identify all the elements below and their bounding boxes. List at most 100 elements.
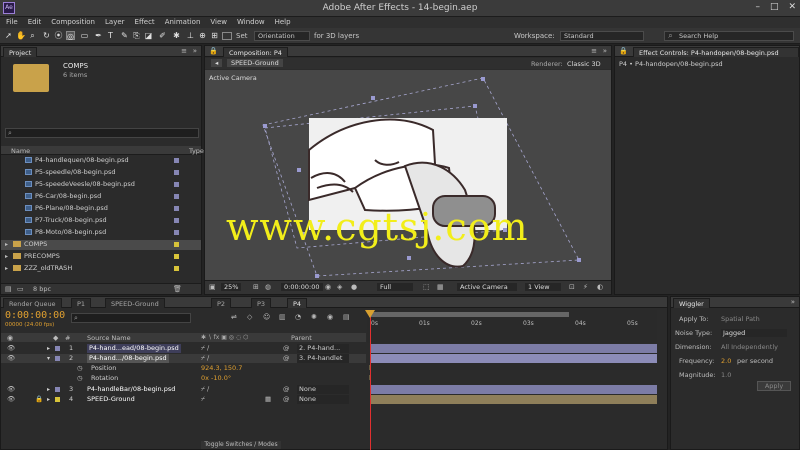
property-row-rotation[interactable]: ◷ Rotation 0x -10.0° (1, 374, 366, 383)
zoom-tool-icon[interactable]: ⌕ (28, 31, 37, 40)
frequency-value[interactable]: 2.0 (721, 357, 731, 365)
always-preview-icon[interactable]: ▣ (209, 283, 216, 291)
layer-row-3[interactable]: 👁 ▸ 3 P4-handleBar/08-begin.psd ⌿ ∕ @ No… (1, 385, 366, 394)
layer-bar-4[interactable] (371, 395, 657, 404)
comp-breadcrumb[interactable]: SPEED-Ground (227, 59, 283, 67)
column-parent[interactable]: Parent (291, 334, 312, 342)
new-folder-icon[interactable]: ▭ (17, 285, 24, 293)
maximize-button[interactable]: □ (770, 2, 779, 12)
project-search-input[interactable]: ⌕ (5, 128, 199, 138)
expand-arrow-icon[interactable]: ▾ (47, 354, 50, 363)
chevron-right-icon[interactable]: ▸ (5, 253, 8, 260)
menu-layer[interactable]: Layer (105, 17, 125, 28)
list-item[interactable]: P8-Moto/08-begin.psd (25, 228, 106, 237)
layer-name[interactable]: SPEED-Ground (87, 395, 135, 404)
pickwhip-icon[interactable]: @ (283, 344, 290, 353)
chevron-right-icon[interactable]: ▸ (5, 265, 8, 272)
column-source-name[interactable]: Source Name (87, 334, 131, 342)
list-item[interactable]: P6-Car/08-begin.psd (25, 192, 101, 201)
eraser-tool-icon[interactable]: ◪ (144, 31, 153, 40)
draft-3d-icon[interactable]: ◇ (247, 313, 252, 321)
lock-icon[interactable]: 🔒 (209, 47, 218, 55)
apply-to-select[interactable]: Spatial Path (721, 315, 791, 323)
work-area-bar[interactable] (369, 312, 569, 317)
search-help-input[interactable]: Search Help (664, 31, 794, 41)
layer-switches[interactable]: ⌿ ∕ (201, 344, 209, 353)
parent-select[interactable]: None (297, 395, 349, 404)
noise-type-select[interactable]: Jagged (721, 329, 787, 337)
tab-render-queue[interactable]: Render Queue (3, 298, 62, 308)
apply-button[interactable]: Apply (757, 381, 791, 391)
column-name[interactable]: Name (11, 147, 30, 155)
stopwatch-icon[interactable]: ◷ (77, 374, 83, 383)
visibility-eye-icon[interactable]: 👁 (7, 395, 15, 404)
layer-name[interactable]: P4-handleBar/08-begin.psd (87, 385, 175, 394)
current-time-indicator[interactable] (370, 310, 371, 450)
list-item[interactable]: P7-Truck/08-begin.psd (25, 216, 107, 225)
close-button[interactable]: ✕ (788, 2, 796, 12)
list-item[interactable]: P5-speedle/08-begin.psd (25, 168, 116, 177)
layer-row-4[interactable]: 👁 🔒 ▸ 4 SPEED-Ground ⌿ ▦ @ None (1, 395, 366, 404)
panel-menu-icon[interactable]: ≡ (181, 47, 187, 55)
grid-icon[interactable]: ⊞ (253, 283, 259, 291)
color-channel-icon[interactable]: ● (351, 283, 357, 291)
menu-animation[interactable]: Animation (165, 17, 201, 28)
tab-effect-controls[interactable]: Effect Controls: P4-handopen/08-begin.ps… (633, 47, 799, 57)
shy-layers-icon[interactable]: ☺ (263, 313, 270, 321)
menu-effect[interactable]: Effect (135, 17, 155, 28)
tab-p2[interactable]: P2 (211, 298, 232, 308)
layer-name[interactable]: P4-hand.../08-begin.psd (87, 354, 169, 363)
stopwatch-icon[interactable]: ◷ (77, 364, 83, 373)
layer-bar-1[interactable] (371, 344, 657, 353)
chevron-right-icon[interactable]: ▸ (5, 241, 8, 248)
region-icon[interactable]: ⬚ (423, 283, 430, 291)
layer-row-2[interactable]: 👁 ▾ 2 P4-hand.../08-begin.psd ⌿ ∕ @ 3. P… (1, 354, 366, 363)
timeline-search-input[interactable]: ⌕ (71, 313, 191, 323)
fast-previews-icon[interactable]: ⚡ (583, 283, 588, 291)
dimension-select[interactable]: All Independently (721, 343, 778, 351)
bpc-label[interactable]: 8 bpc (33, 285, 51, 293)
minimize-button[interactable]: – (755, 2, 760, 12)
menu-composition[interactable]: Composition (51, 17, 95, 28)
layer-switches[interactable]: ⌿ ∕ (201, 354, 209, 363)
type-tool-icon[interactable]: T (106, 31, 115, 40)
folder-row[interactable]: ▸ ZZZ_oldTRASH (1, 264, 201, 274)
auto-keyframe-icon[interactable]: ◉ (327, 313, 333, 321)
hand-tool-icon[interactable]: ✋ (16, 31, 26, 40)
property-row-position[interactable]: ◷ Position 924.3, 150.7 (1, 364, 366, 373)
folder-row[interactable]: ▸ PRECOMPS (1, 252, 201, 262)
lock-icon[interactable]: 🔒 (619, 47, 628, 55)
roto-brush-tool-icon[interactable]: ✐ (158, 31, 167, 40)
visibility-eye-icon[interactable]: 👁 (7, 385, 15, 394)
resolution-select[interactable]: Full (377, 283, 413, 291)
list-item[interactable]: P5-speedeVeesle/08-begin.psd (25, 180, 135, 189)
graph-editor-icon[interactable]: ▤ (343, 313, 350, 321)
parent-select[interactable]: None (297, 385, 349, 394)
tab-p3[interactable]: P3 (251, 298, 272, 308)
pan-behind-tool-icon[interactable]: ◎ (66, 31, 75, 41)
expand-arrow-icon[interactable]: ▸ (47, 385, 50, 394)
rectangle-tool-icon[interactable]: ▭ (80, 31, 89, 40)
position-value[interactable]: 924.3, 150.7 (201, 364, 242, 373)
brush-tool-icon[interactable]: ✎ (120, 31, 129, 40)
transparency-grid-icon[interactable]: ▦ (437, 283, 444, 291)
pickwhip-icon[interactable]: @ (283, 395, 290, 404)
view-layout-select[interactable]: 1 View (525, 283, 561, 291)
rotation-value[interactable]: 0x -10.0° (201, 374, 231, 383)
tab-speed-ground[interactable]: SPEED-Ground (105, 298, 165, 308)
tab-p1[interactable]: P1 (71, 298, 92, 308)
comp-breadcrumb-parent[interactable]: ◂ (211, 59, 223, 67)
layer-bar-2[interactable] (371, 354, 657, 363)
tab-project[interactable]: Project (3, 47, 38, 57)
toggle-pixel-aspect-icon[interactable]: ⊡ (569, 283, 575, 291)
layer-switches[interactable]: ⌿ ∕ (201, 385, 209, 394)
frame-blending-icon[interactable]: ▥ (279, 313, 286, 321)
channel-icon[interactable]: ◈ (337, 283, 342, 291)
tab-composition[interactable]: Composition: P4 (223, 47, 288, 57)
motion-blur-icon[interactable]: ◔ (295, 313, 301, 321)
snapshot-icon[interactable]: ◉ (325, 283, 331, 291)
renderer-select[interactable]: Classic 3D (567, 60, 601, 68)
trash-icon[interactable]: 🗑 (173, 285, 182, 293)
column-type[interactable]: Type (189, 147, 204, 155)
parent-select[interactable]: 3. P4-handlet (297, 354, 349, 363)
